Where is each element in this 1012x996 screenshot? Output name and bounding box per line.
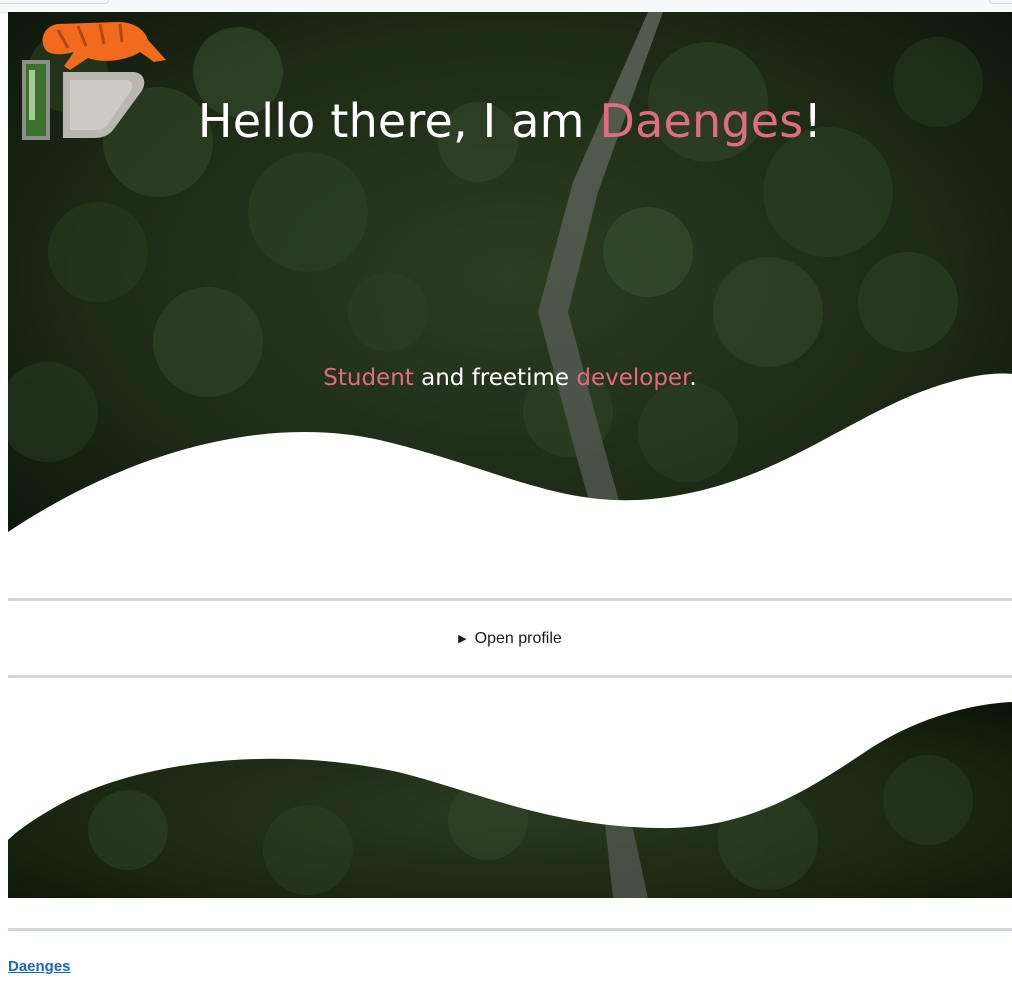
open-profile-label: Open profile bbox=[474, 630, 562, 647]
subtitle-end: . bbox=[689, 365, 697, 391]
forest-footer-background bbox=[8, 680, 1012, 898]
subtitle-student: Student bbox=[323, 365, 414, 391]
hero-subtitle: Student and freetime developer. bbox=[8, 365, 1012, 391]
divider-middle bbox=[8, 675, 1012, 678]
hero-title-name: Daenges bbox=[599, 94, 804, 148]
browser-tab-edge bbox=[0, 0, 109, 4]
hero-title-suffix: ! bbox=[803, 94, 823, 148]
hero-title-prefix: Hello there, I am bbox=[197, 94, 600, 148]
footer-banner bbox=[8, 680, 1012, 898]
subtitle-middle: and freetime bbox=[413, 365, 577, 391]
open-profile-toggle[interactable]: ▶ Open profile bbox=[458, 630, 562, 648]
footer-daenges-link[interactable]: Daenges bbox=[8, 958, 71, 975]
page: Hello there, I am Daenges! Student and f… bbox=[0, 0, 1012, 996]
profile-details: ▶ Open profile bbox=[8, 616, 1012, 662]
hero-banner: Hello there, I am Daenges! Student and f… bbox=[8, 12, 1012, 600]
divider-bottom bbox=[8, 928, 1012, 931]
tiger-on-letter-d-logo-icon bbox=[22, 22, 166, 140]
subtitle-developer: developer bbox=[576, 365, 690, 391]
divider-top bbox=[8, 598, 1012, 601]
browser-tab-edge-right bbox=[989, 0, 1012, 4]
disclosure-triangle-icon: ▶ bbox=[458, 633, 467, 645]
